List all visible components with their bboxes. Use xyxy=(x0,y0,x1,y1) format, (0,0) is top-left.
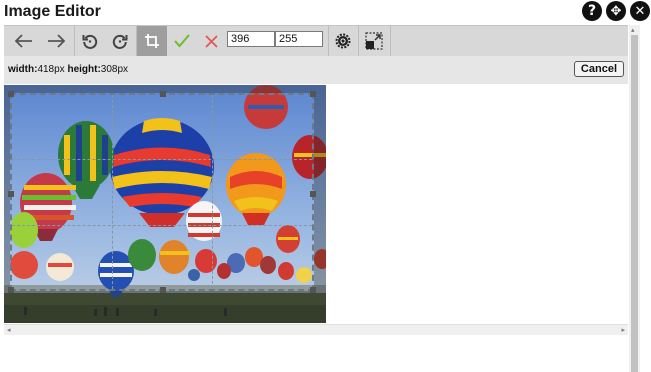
rotate-right-button[interactable] xyxy=(106,26,134,56)
editor-canvas xyxy=(4,84,628,324)
toolbar-divider xyxy=(390,26,391,56)
undo-button[interactable] xyxy=(10,26,38,56)
crop-grid-line xyxy=(12,159,312,160)
window-title: Image Editor xyxy=(4,3,101,20)
move-icon[interactable]: ✥ xyxy=(606,1,626,21)
resize-icon xyxy=(365,32,383,50)
rotate-left-button[interactable] xyxy=(76,26,104,56)
crop-grid-line xyxy=(212,95,213,289)
crop-handle-nw[interactable] xyxy=(8,91,14,97)
vertical-scroll-thumb[interactable] xyxy=(631,35,638,372)
info-bar: width:418px height:308px Cancel xyxy=(4,56,628,84)
rotate-cw-icon xyxy=(112,33,128,49)
crop-grid-line xyxy=(12,225,312,226)
resize-button[interactable] xyxy=(360,26,388,56)
help-icon[interactable]: ? xyxy=(582,1,602,21)
crop-handle-s[interactable] xyxy=(160,287,166,293)
checkmark-icon xyxy=(174,34,190,48)
crop-icon xyxy=(144,33,160,49)
scroll-left-icon[interactable]: ◂ xyxy=(7,326,11,334)
crop-handle-se[interactable] xyxy=(310,287,316,293)
crop-handle-e[interactable] xyxy=(310,191,316,197)
height-value: 308px xyxy=(100,64,129,75)
x-icon xyxy=(204,34,218,48)
crop-handle-ne[interactable] xyxy=(310,91,316,97)
height-label: height: xyxy=(67,64,101,75)
rotate-ccw-icon xyxy=(82,33,98,49)
arrow-left-icon xyxy=(15,34,33,48)
crop-button[interactable] xyxy=(137,26,167,56)
cancel-button[interactable]: Cancel xyxy=(573,61,624,77)
adjust-button[interactable] xyxy=(330,26,356,56)
toolbar-divider xyxy=(328,26,329,56)
crop-height-input[interactable] xyxy=(275,31,323,47)
crop-handle-n[interactable] xyxy=(160,91,166,97)
toolbar-divider xyxy=(358,26,359,56)
crop-handle-w[interactable] xyxy=(8,191,14,197)
discard-button[interactable] xyxy=(200,26,222,56)
redo-button[interactable] xyxy=(42,26,70,56)
crop-grid-line xyxy=(112,95,113,289)
toolbar-divider xyxy=(74,26,75,56)
image-dimensions: width:418px height:308px xyxy=(8,64,128,75)
crop-shade-bottom xyxy=(4,291,326,323)
arrow-right-icon xyxy=(47,34,65,48)
scroll-up-icon[interactable]: ▴ xyxy=(631,26,635,34)
crop-selection[interactable] xyxy=(8,91,316,293)
title-bar: Image Editor ? ✥ ✕ xyxy=(0,0,651,26)
vertical-scrollbar[interactable]: ▴ xyxy=(629,25,640,372)
width-value: 418px xyxy=(37,64,65,75)
scroll-right-icon[interactable]: ▸ xyxy=(621,326,625,334)
toolbar xyxy=(4,25,628,57)
gear-icon xyxy=(335,33,351,49)
crop-width-input[interactable] xyxy=(227,31,275,47)
edited-image[interactable] xyxy=(4,85,326,323)
horizontal-scrollbar[interactable]: ◂ ▸ xyxy=(4,324,628,335)
width-label: width: xyxy=(8,64,38,75)
crop-handle-sw[interactable] xyxy=(8,287,14,293)
close-icon[interactable]: ✕ xyxy=(630,1,650,21)
apply-button[interactable] xyxy=(170,26,194,56)
